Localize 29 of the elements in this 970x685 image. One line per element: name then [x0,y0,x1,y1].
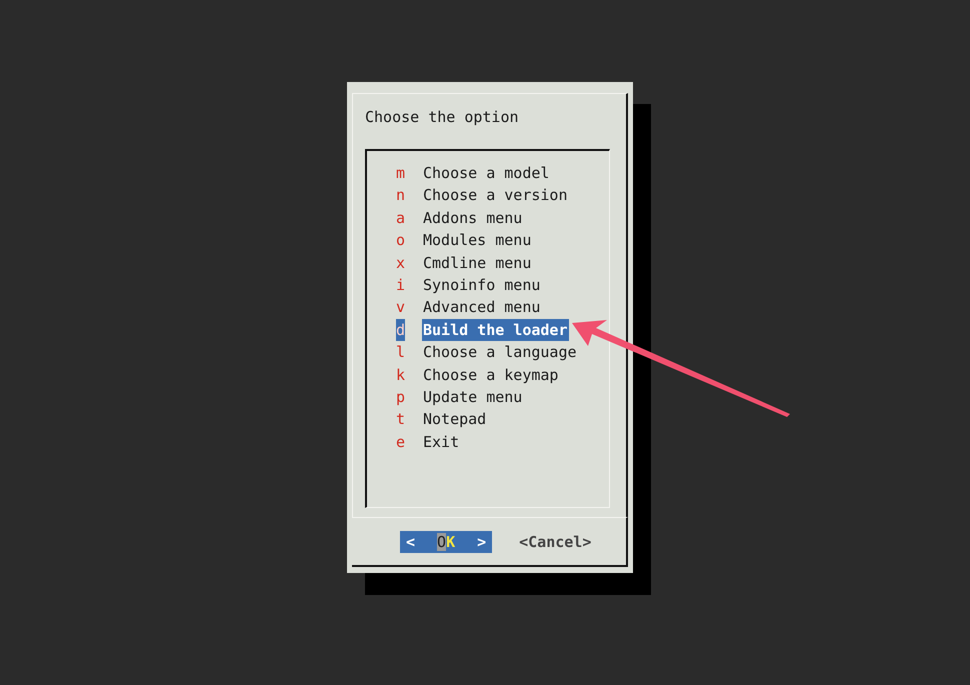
menu-item[interactable]: Choose a language [422,341,578,364]
menu-item[interactable]: Modules menu [422,229,532,252]
hotkey-letter: p [396,386,405,408]
dialog-button[interactable]: < OK > [400,530,492,552]
menu-item[interactable]: Exit [422,430,460,454]
menu-item[interactable]: Choose a keymap [422,364,560,386]
hotkey-letter: e [396,432,405,453]
menu-item[interactable]: Choose a version [422,184,568,207]
hotkey-letter: a [396,208,405,229]
dialog-button[interactable]: <Cancel> [519,530,592,552]
hotkey-letter: n [396,185,405,206]
menu-item[interactable]: Update menu [422,386,524,408]
menu-item[interactable]: Synoinfo menu [422,274,542,296]
menu-item[interactable]: Choose a model [422,162,550,184]
hotkey-letter: t [396,409,405,430]
hotkey-letter: v [396,297,405,318]
hotkey-letter: d [396,318,405,342]
hotkey-letter: o [396,230,405,252]
menu-item[interactable]: Addons menu [422,206,524,230]
menu-item[interactable]: Cmdline menu [422,252,532,274]
hotkey-letter: k [396,364,405,386]
menu-item[interactable]: Advanced menu [422,296,542,319]
hotkey-letter: m [396,163,405,184]
hotkey-letter: i [396,274,405,296]
menu-item[interactable]: Build the loader [422,318,568,342]
menu-item[interactable]: Notepad [422,408,488,431]
hotkey-letter: x [396,252,405,274]
hotkey-letter: l [396,342,405,364]
dialog-title: Choose the option [365,107,520,128]
